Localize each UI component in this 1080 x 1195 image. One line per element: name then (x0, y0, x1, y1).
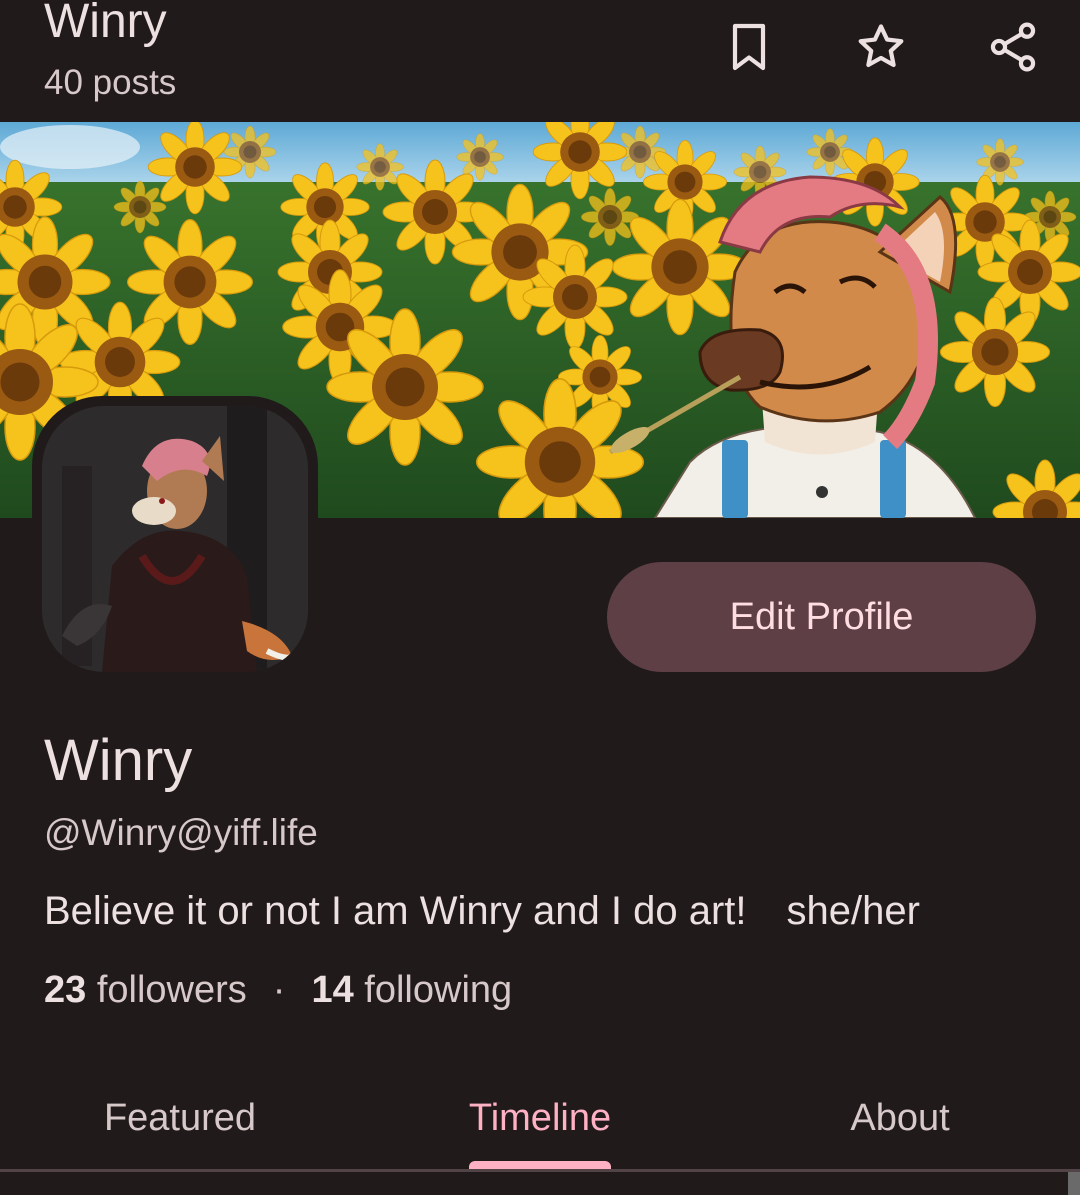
tab-divider (0, 1169, 1080, 1172)
profile-tabs: Featured Timeline About (0, 1066, 1080, 1170)
tab-featured[interactable]: Featured (0, 1066, 360, 1170)
bookmark-button[interactable] (714, 12, 784, 82)
star-icon (858, 24, 904, 68)
share-icon (990, 22, 1036, 72)
appbar-title: Winry (44, 0, 167, 48)
edit-profile-button[interactable]: Edit Profile (607, 562, 1036, 672)
favourite-button[interactable] (846, 12, 916, 82)
avatar[interactable] (32, 396, 318, 682)
followers-label: followers (96, 969, 247, 1011)
appbar-post-count: 40 posts (44, 63, 177, 102)
stats-separator: · (272, 969, 286, 1011)
share-button[interactable] (978, 12, 1048, 82)
bio: Believe it or not I am Winry and I do ar… (44, 889, 920, 933)
followers-link[interactable]: 23 followers (44, 966, 247, 1014)
following-count: 14 (311, 969, 354, 1011)
bookmark-icon (732, 23, 766, 71)
tab-timeline[interactable]: Timeline (360, 1066, 720, 1170)
avatar-artwork (42, 406, 308, 672)
following-label: following (364, 969, 513, 1011)
account-handle: @Winry@yiff.life (44, 812, 318, 853)
follow-stats: 23 followers · 14 following (44, 966, 512, 1014)
top-app-bar: Winry 40 posts (0, 0, 1080, 122)
scrollbar[interactable] (1068, 1172, 1080, 1195)
tab-about[interactable]: About (720, 1066, 1080, 1170)
followers-count: 23 (44, 969, 87, 1011)
following-link[interactable]: 14 following (311, 966, 512, 1014)
display-name: Winry (44, 728, 193, 793)
